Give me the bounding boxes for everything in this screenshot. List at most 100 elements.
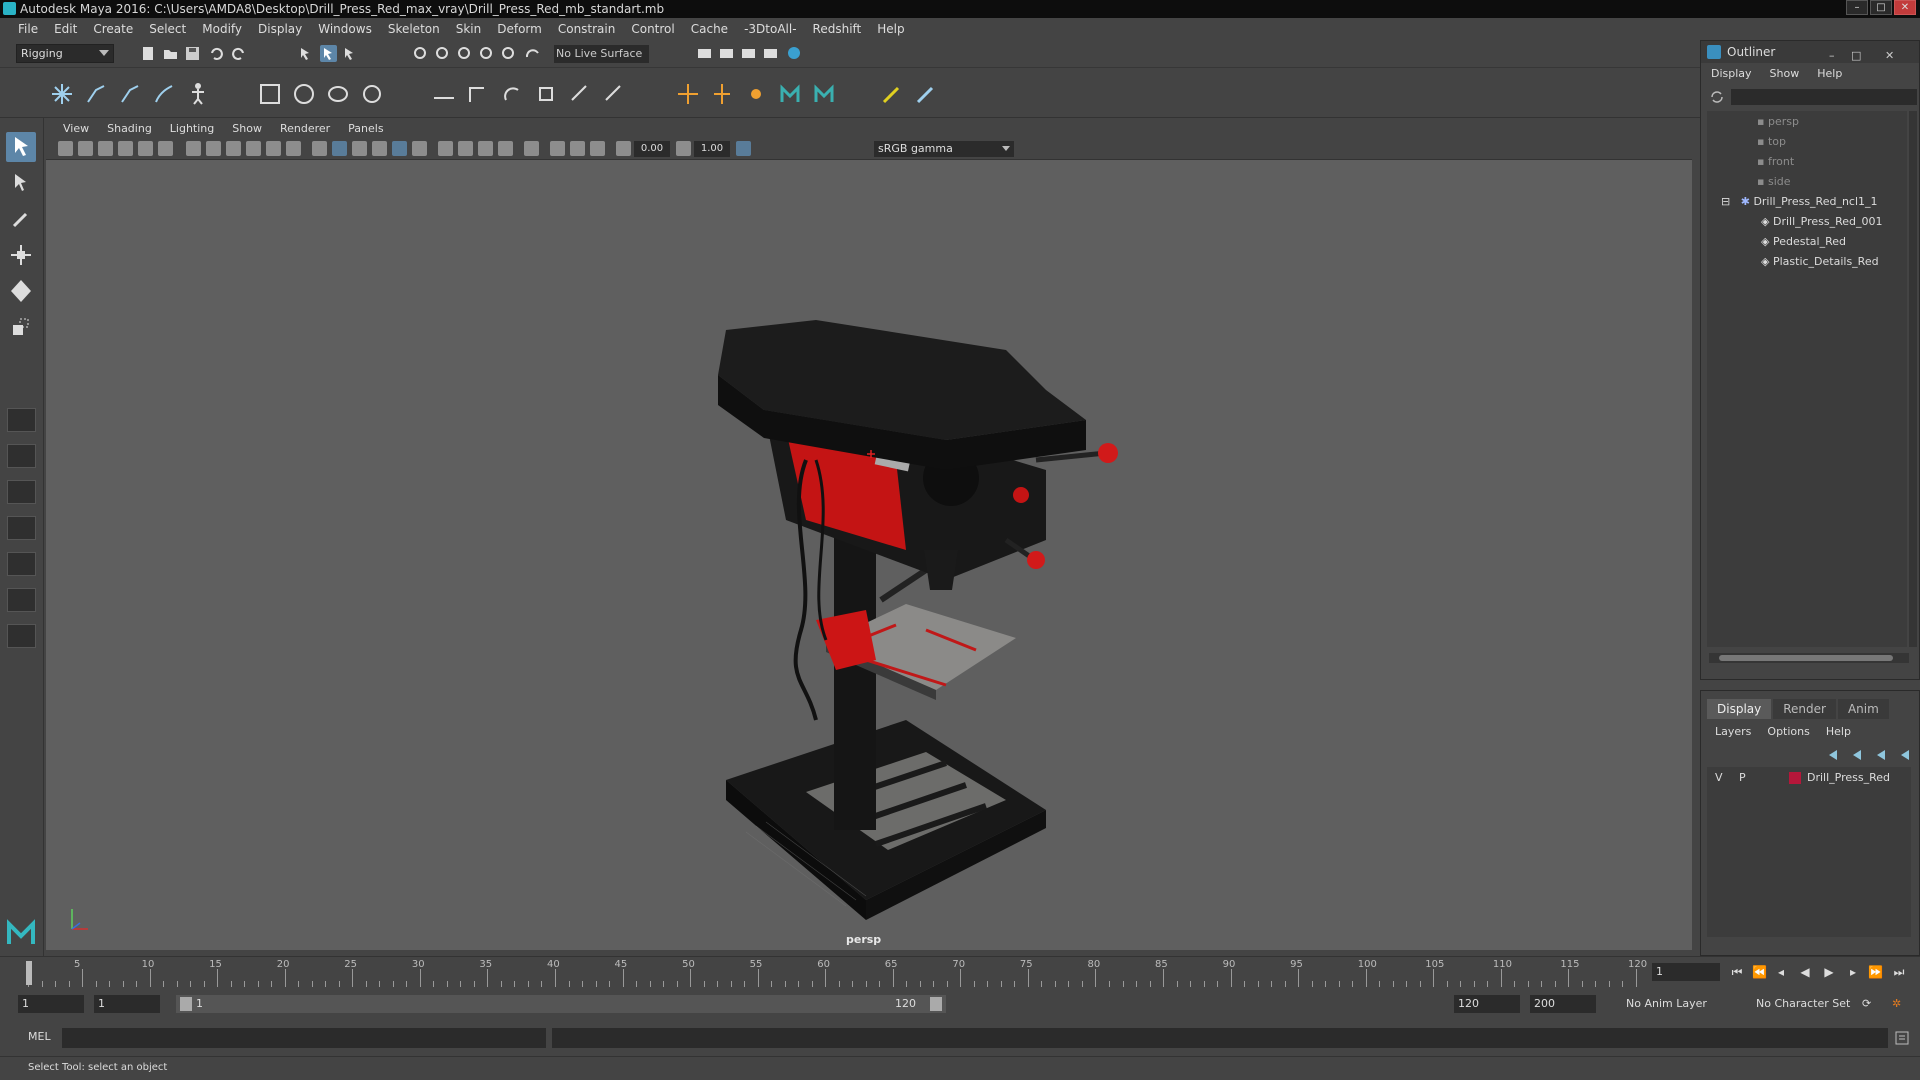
menu-create[interactable]: Create bbox=[85, 18, 141, 40]
animation-end-field[interactable]: 200 bbox=[1530, 995, 1596, 1013]
anim-layer-select[interactable]: No Anim Layer bbox=[1626, 995, 1707, 1013]
blendshape-icon[interactable] bbox=[742, 80, 770, 108]
menu-3dtoall[interactable]: -3DtoAll- bbox=[736, 18, 804, 40]
layer-menu-help[interactable]: Help bbox=[1826, 725, 1851, 738]
lattice-icon[interactable] bbox=[256, 80, 284, 108]
xray-components-icon[interactable] bbox=[590, 141, 605, 156]
make-live-icon[interactable] bbox=[524, 45, 541, 62]
smooth-shade-icon[interactable] bbox=[332, 141, 347, 156]
outliner-minimize-button[interactable]: – bbox=[1829, 45, 1835, 67]
select-component-icon[interactable] bbox=[342, 45, 359, 62]
parent-constraint-icon[interactable] bbox=[566, 80, 594, 108]
exposure-icon[interactable] bbox=[616, 141, 631, 156]
grease-pencil-icon[interactable] bbox=[158, 141, 173, 156]
maya-tool-a-icon[interactable] bbox=[776, 80, 804, 108]
step-forward-frame-icon[interactable]: ▸ bbox=[1846, 965, 1860, 979]
layer-action-icons[interactable] bbox=[1825, 747, 1915, 763]
vp-menu-renderer[interactable]: Renderer bbox=[271, 122, 339, 135]
collapse-icon[interactable]: ⊟ bbox=[1721, 195, 1730, 208]
camera-attr-icon[interactable] bbox=[78, 141, 93, 156]
grid-toggle-icon[interactable] bbox=[186, 141, 201, 156]
custom-layout-button[interactable] bbox=[7, 624, 36, 648]
play-forward-icon[interactable]: ▶ bbox=[1822, 965, 1836, 979]
film-gate-icon[interactable] bbox=[206, 141, 221, 156]
wireframe-icon[interactable] bbox=[312, 141, 327, 156]
outliner-item-group[interactable]: ⊟ ✱ Drill_Press_Red_ncl1_1 bbox=[1721, 193, 1878, 211]
image-plane-icon[interactable] bbox=[118, 141, 133, 156]
outliner-menu-show[interactable]: Show bbox=[1770, 65, 1800, 83]
perspective-viewport[interactable]: persp bbox=[46, 160, 1692, 950]
gamma-icon[interactable] bbox=[676, 141, 691, 156]
camera-select-icon[interactable] bbox=[58, 141, 73, 156]
current-time-indicator[interactable] bbox=[26, 961, 32, 985]
view-transform-select[interactable]: sRGB gamma bbox=[874, 141, 1014, 157]
menu-redshift[interactable]: Redshift bbox=[805, 18, 870, 40]
close-button[interactable]: ✕ bbox=[1894, 0, 1916, 15]
side-by-side-layout-button[interactable] bbox=[7, 480, 36, 504]
script-language-toggle[interactable]: MEL bbox=[28, 1030, 51, 1043]
outliner-item-mesh-1[interactable]: ◈ Drill_Press_Red_001 bbox=[1761, 213, 1882, 231]
render-settings-icon[interactable] bbox=[740, 45, 757, 62]
lasso-tool-icon[interactable] bbox=[6, 168, 36, 198]
new-scene-icon[interactable] bbox=[140, 45, 157, 62]
menu-file[interactable]: File bbox=[10, 18, 46, 40]
range-end-handle[interactable] bbox=[930, 997, 942, 1011]
humanik-icon[interactable] bbox=[184, 80, 212, 108]
anti-aliasing-icon[interactable] bbox=[498, 141, 513, 156]
tab-render[interactable]: Render bbox=[1773, 699, 1836, 719]
layer-menu-layers[interactable]: Layers bbox=[1715, 725, 1751, 738]
pole-vector-icon[interactable] bbox=[600, 80, 628, 108]
refresh-icon[interactable] bbox=[1709, 89, 1725, 105]
maximize-button[interactable]: □ bbox=[1870, 0, 1892, 15]
isolate-select-icon[interactable] bbox=[524, 141, 539, 156]
four-view-layout-button[interactable] bbox=[7, 444, 36, 468]
sculpt-deformer-icon[interactable] bbox=[358, 80, 386, 108]
use-all-lights-icon[interactable] bbox=[412, 141, 427, 156]
go-to-end-icon[interactable]: ⏭ bbox=[1892, 965, 1906, 979]
script-editor-icon[interactable] bbox=[1894, 1030, 1910, 1046]
range-start-handle[interactable] bbox=[180, 997, 192, 1011]
menu-display[interactable]: Display bbox=[250, 18, 310, 40]
persp-outliner-layout-button[interactable] bbox=[7, 516, 36, 540]
snap-grid-icon[interactable] bbox=[412, 45, 429, 62]
scale-constraint-icon[interactable] bbox=[532, 80, 560, 108]
2d-pan-icon[interactable] bbox=[138, 141, 153, 156]
resolution-gate-icon[interactable] bbox=[226, 141, 241, 156]
range-slider[interactable]: 1 120 bbox=[176, 995, 946, 1013]
outliner-item-mesh-3[interactable]: ◈ Plastic_Details_Red bbox=[1761, 253, 1879, 271]
hypershade-layout-button[interactable] bbox=[7, 588, 36, 612]
layer-row[interactable]: V P Drill_Press_Red bbox=[1707, 769, 1911, 787]
hypershade-icon[interactable] bbox=[762, 45, 779, 62]
xray-joints-icon[interactable] bbox=[570, 141, 585, 156]
menu-help[interactable]: Help bbox=[869, 18, 912, 40]
menu-skin[interactable]: Skin bbox=[448, 18, 490, 40]
wireframe-on-shaded-icon[interactable] bbox=[372, 141, 387, 156]
outliner-search-input[interactable] bbox=[1731, 89, 1917, 105]
tab-anim[interactable]: Anim bbox=[1837, 699, 1889, 719]
snap-view-icon[interactable] bbox=[478, 45, 495, 62]
playback-end-field[interactable]: 120 bbox=[1454, 995, 1520, 1013]
open-scene-icon[interactable] bbox=[162, 45, 179, 62]
scale-tool-icon[interactable] bbox=[6, 312, 36, 342]
rotate-tool-icon[interactable] bbox=[6, 276, 36, 306]
menu-cache[interactable]: Cache bbox=[683, 18, 736, 40]
command-input[interactable] bbox=[62, 1028, 546, 1048]
menu-modify[interactable]: Modify bbox=[194, 18, 250, 40]
ik-spline-icon[interactable] bbox=[116, 80, 144, 108]
playback-start-field[interactable]: 1 bbox=[94, 995, 160, 1013]
layer-color-swatch[interactable] bbox=[1789, 772, 1801, 784]
gamma-field[interactable]: 1.00 bbox=[694, 141, 730, 157]
outliner-item-persp[interactable]: ▪ persp bbox=[1757, 113, 1799, 131]
wrap-icon[interactable] bbox=[324, 80, 352, 108]
cluster-icon[interactable] bbox=[290, 80, 318, 108]
render-view-icon[interactable] bbox=[786, 45, 803, 62]
menu-select[interactable]: Select bbox=[141, 18, 194, 40]
xray-icon[interactable] bbox=[550, 141, 565, 156]
paint-select-icon[interactable] bbox=[6, 204, 36, 234]
vp-menu-lighting[interactable]: Lighting bbox=[161, 122, 223, 135]
joint-tool-icon[interactable] bbox=[48, 80, 76, 108]
select-object-icon[interactable] bbox=[320, 45, 337, 62]
locator-icon[interactable] bbox=[674, 80, 702, 108]
snap-curve-icon[interactable] bbox=[434, 45, 451, 62]
vp-menu-show[interactable]: Show bbox=[223, 122, 271, 135]
